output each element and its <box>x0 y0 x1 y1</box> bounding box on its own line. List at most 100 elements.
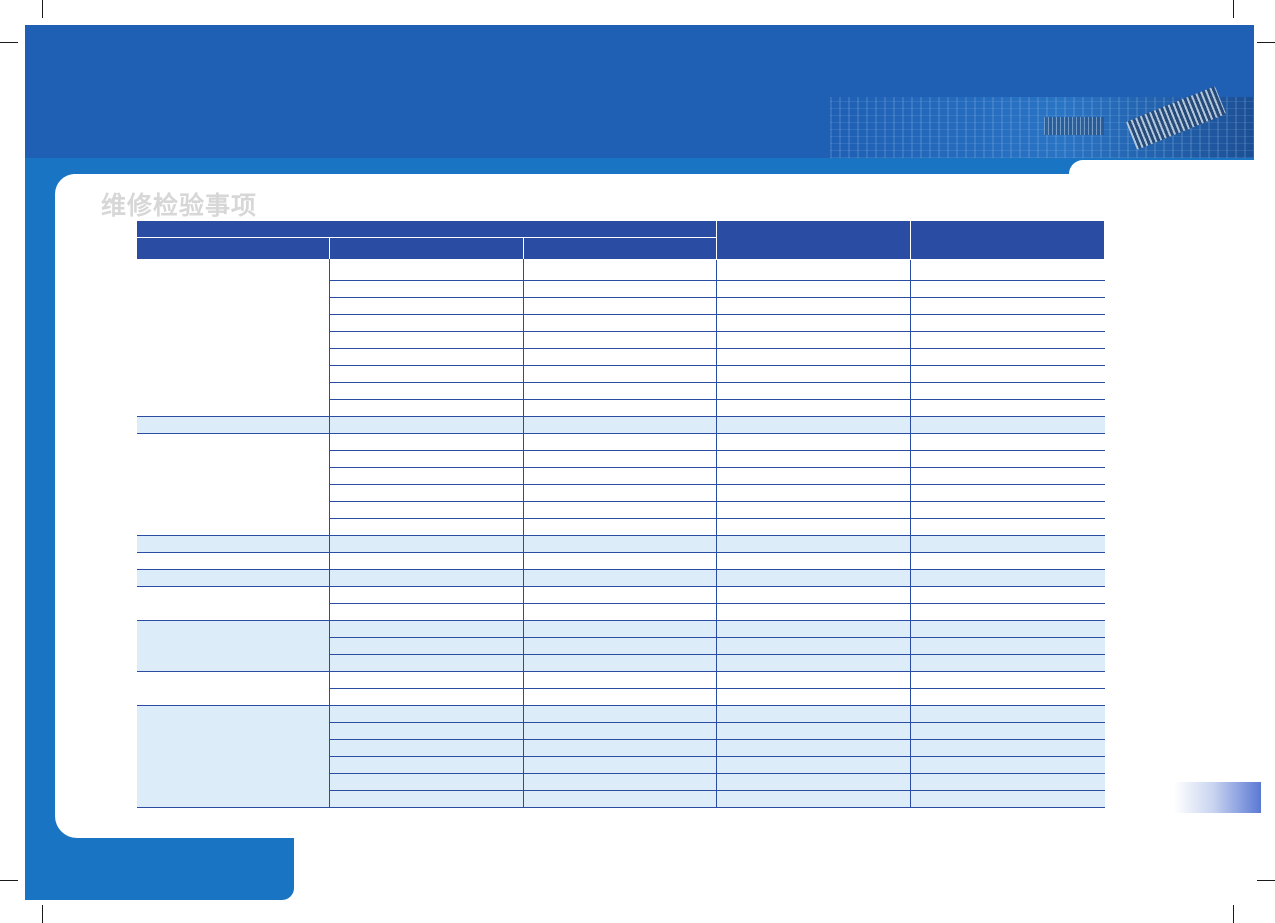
table-cell <box>716 654 912 672</box>
table-cell <box>716 552 912 570</box>
table-cell <box>522 569 718 587</box>
table-cell <box>716 331 912 349</box>
table-cell <box>910 569 1105 587</box>
table-cell <box>716 518 912 536</box>
table-cell <box>910 535 1105 553</box>
table-cell <box>910 365 1105 383</box>
table-cell <box>910 722 1105 740</box>
table-cell <box>522 739 718 757</box>
crop-mark <box>42 905 43 923</box>
table-body <box>136 259 1105 808</box>
table-cell <box>716 416 912 434</box>
table-cell <box>910 518 1105 536</box>
table-cell <box>522 484 718 502</box>
table-cell <box>910 603 1105 621</box>
header-cell <box>522 237 718 259</box>
header-banner <box>25 25 1254 158</box>
category-cell <box>136 535 330 553</box>
category-cell <box>136 705 330 808</box>
table-cell <box>716 586 912 604</box>
table-cell <box>716 348 912 366</box>
table-cell <box>329 569 524 587</box>
table-cell <box>910 501 1105 519</box>
page-number-tab <box>1174 782 1261 813</box>
table-cell <box>522 450 718 468</box>
category-cell <box>136 569 330 587</box>
table-cell <box>716 739 912 757</box>
table-cell <box>522 535 718 553</box>
table-cell <box>329 688 524 706</box>
table-cell <box>910 739 1105 757</box>
table-cell <box>910 790 1105 808</box>
table-cell <box>522 416 718 434</box>
table-cell <box>329 314 524 332</box>
header-cell <box>716 221 912 260</box>
table-cell <box>522 756 718 774</box>
table-cell <box>522 348 718 366</box>
table-cell <box>716 314 912 332</box>
header-cell <box>329 237 524 259</box>
table-cell <box>522 773 718 791</box>
table-cell <box>716 569 912 587</box>
category-cell <box>136 552 330 570</box>
maintenance-table <box>135 221 1106 808</box>
table-cell <box>522 501 718 519</box>
table-cell <box>522 259 718 281</box>
table-cell <box>522 382 718 400</box>
table-cell <box>910 331 1105 349</box>
table-cell <box>329 433 524 451</box>
crop-mark <box>1257 880 1275 881</box>
table-row <box>136 535 1105 553</box>
table-cell <box>716 501 912 519</box>
table-cell <box>910 416 1105 434</box>
table-cell <box>522 688 718 706</box>
table-row <box>136 569 1105 587</box>
circuit-board-image <box>830 86 1254 158</box>
table-cell <box>910 433 1105 451</box>
table-cell <box>329 637 524 655</box>
table-cell <box>716 705 912 723</box>
table-cell <box>716 280 912 298</box>
table-cell <box>329 790 524 808</box>
table-cell <box>716 535 912 553</box>
table-cell <box>910 450 1105 468</box>
table-cell <box>329 586 524 604</box>
table-row <box>136 259 1105 417</box>
table-cell <box>329 773 524 791</box>
table-cell <box>716 688 912 706</box>
table-cell <box>716 603 912 621</box>
table-cell <box>329 518 524 536</box>
chip-graphic <box>1044 117 1104 135</box>
table-cell <box>910 705 1105 723</box>
table-cell <box>522 433 718 451</box>
table-cell <box>329 739 524 757</box>
table-cell <box>329 705 524 723</box>
table-cell <box>716 671 912 689</box>
table-cell <box>329 535 524 553</box>
table-cell <box>522 314 718 332</box>
table-cell <box>910 671 1105 689</box>
table-cell <box>522 637 718 655</box>
table-cell <box>910 314 1105 332</box>
table-cell <box>910 259 1105 281</box>
table-cell <box>329 756 524 774</box>
table-cell <box>522 297 718 315</box>
table-row <box>136 705 1105 808</box>
table-cell <box>910 484 1105 502</box>
table-cell <box>522 705 718 723</box>
table-cell <box>716 399 912 417</box>
table-cell <box>522 399 718 417</box>
table-cell <box>522 552 718 570</box>
table-header-row <box>135 221 1106 260</box>
table-cell <box>329 484 524 502</box>
table-cell <box>716 484 912 502</box>
header-cell <box>910 221 1106 260</box>
crop-mark <box>1257 42 1275 43</box>
crop-mark <box>1233 905 1234 923</box>
table-cell <box>910 348 1105 366</box>
category-cell <box>136 586 330 621</box>
page-title: 维修检验事项 <box>101 191 258 220</box>
table-cell <box>329 259 524 281</box>
table-cell <box>329 552 524 570</box>
table-cell <box>522 365 718 383</box>
